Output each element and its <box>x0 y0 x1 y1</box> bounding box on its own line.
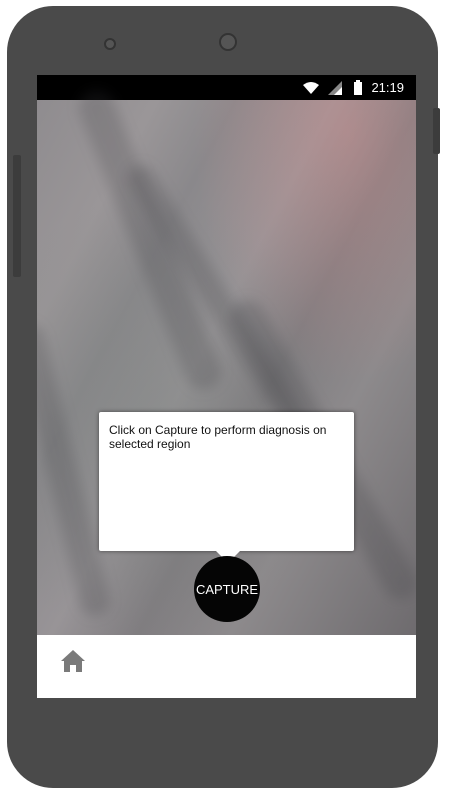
status-time: 21:19 <box>371 80 404 95</box>
wifi-icon <box>303 82 319 94</box>
signal-icon <box>328 81 342 95</box>
front-camera <box>219 33 237 51</box>
power-button <box>433 108 440 154</box>
sensor-dot <box>104 38 116 50</box>
battery-icon <box>354 80 362 95</box>
preview-shadow <box>73 84 227 396</box>
capture-button[interactable]: CAPTURE <box>194 556 260 622</box>
tooltip-popup: Click on Capture to perform diagnosis on… <box>99 412 354 551</box>
home-icon[interactable] <box>60 649 86 673</box>
tooltip-text: Click on Capture to perform diagnosis on… <box>109 423 327 451</box>
volume-button <box>13 155 21 277</box>
bottom-nav <box>37 635 416 698</box>
screen: 21:19 Click on Capture to perform diagno… <box>37 75 416 698</box>
